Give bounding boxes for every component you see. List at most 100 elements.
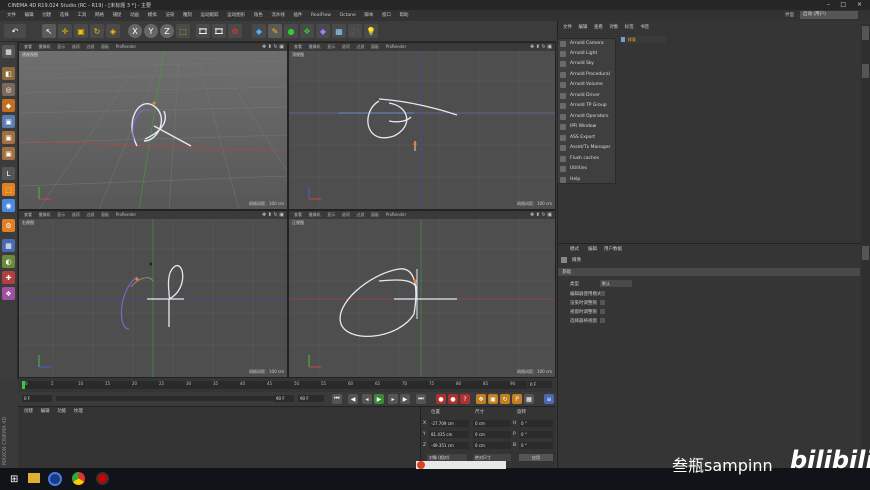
- z-axis-icon[interactable]: Z: [160, 24, 174, 38]
- material-menu-item[interactable]: 纹理: [74, 407, 83, 416]
- cube-icon[interactable]: ◆: [252, 24, 266, 38]
- current-frame-field[interactable]: 0 F: [528, 381, 552, 388]
- menu-item-arnold-camera[interactable]: Arnold Camera: [558, 39, 615, 49]
- attribute-checkbox[interactable]: [600, 291, 605, 296]
- object-menu-item[interactable]: 标签: [625, 25, 634, 30]
- menu-item-arnold-light[interactable]: Arnold Light: [558, 49, 615, 59]
- menu-item[interactable]: 脚本: [364, 10, 373, 21]
- recorder-icon[interactable]: [96, 472, 109, 485]
- go-to-start-icon[interactable]: ⏮: [332, 394, 342, 404]
- rotation-p-field[interactable]: 0 °: [519, 431, 553, 438]
- select-icon[interactable]: ↖: [42, 24, 56, 38]
- viewport-menu-item[interactable]: 显示: [327, 211, 335, 219]
- record-active-icon[interactable]: ●: [436, 394, 446, 404]
- cinema4d-taskbar-icon[interactable]: [48, 472, 62, 486]
- viewport-menu-item[interactable]: 摄像机: [309, 211, 321, 219]
- viewport-front[interactable]: 查看 摄像机 显示 选项 过滤 面板 ProRender ✥ ⬍ ↻ ▣ 正视图…: [288, 210, 556, 378]
- close-icon[interactable]: ×: [857, 1, 862, 8]
- viewport-nav-icons[interactable]: ✥ ⬍ ↻ ▣: [262, 44, 284, 50]
- windows-start-icon[interactable]: ⊞: [10, 474, 18, 485]
- menu-item[interactable]: Octane: [340, 10, 356, 21]
- ime-toolbar[interactable]: [416, 461, 506, 469]
- object-menu-item[interactable]: 查看: [594, 25, 603, 30]
- model-mode-icon[interactable]: ◧: [2, 67, 15, 80]
- menu-item-arnold-operators[interactable]: Arnold Operators: [558, 112, 615, 122]
- menu-item-arnold-tp-group[interactable]: Arnold TP Group: [558, 101, 615, 111]
- menu-item[interactable]: 插件: [293, 10, 302, 21]
- viewport-menu-item[interactable]: 过滤: [86, 43, 94, 51]
- pen-icon[interactable]: ✎: [268, 24, 282, 38]
- make-editable-icon[interactable]: ▦: [2, 45, 15, 58]
- max-frame-field[interactable]: 90 F: [298, 395, 324, 402]
- floor-icon[interactable]: ▦: [332, 24, 346, 38]
- viewport-menu-item[interactable]: 面板: [101, 211, 109, 219]
- object-name[interactable]: 样条: [628, 36, 636, 43]
- end-frame-field[interactable]: 90 F: [274, 395, 294, 402]
- viewport-menu-item[interactable]: ProRender: [386, 43, 407, 51]
- menu-item[interactable]: 流水线: [271, 10, 285, 21]
- viewport-menu-item[interactable]: 显示: [57, 43, 65, 51]
- viewport-right[interactable]: 查看 摄像机 显示 选项 过滤 面板 ProRender ✥ ⬍ ↻ ▣ 右视图…: [18, 210, 288, 378]
- timeline-ruler[interactable]: [22, 381, 527, 389]
- viewport-menu-item[interactable]: ProRender: [386, 211, 407, 219]
- object-row[interactable]: 样条: [620, 36, 666, 43]
- viewport-menu-item[interactable]: 过滤: [356, 43, 364, 51]
- auto-key-icon[interactable]: ●: [448, 394, 458, 404]
- array-icon[interactable]: ❖: [300, 24, 314, 38]
- viewport-menu-item[interactable]: 显示: [327, 43, 335, 51]
- menu-item[interactable]: 捕捉: [113, 10, 122, 21]
- viewport-menu-item[interactable]: 查看: [294, 43, 302, 51]
- viewport-menu-item[interactable]: 面板: [371, 43, 379, 51]
- viewport-nav-icons[interactable]: ✥ ⬍ ↻ ▣: [262, 212, 284, 218]
- menu-item[interactable]: 动画: [130, 10, 139, 21]
- chrome-icon[interactable]: [72, 472, 85, 485]
- content-browser-tab[interactable]: [862, 64, 869, 78]
- viewport-menu-item[interactable]: 选项: [342, 211, 350, 219]
- object-menu-item[interactable]: 书签: [640, 25, 649, 30]
- lock-workplane-icon[interactable]: ⚙: [2, 219, 15, 232]
- viewport-menu-item[interactable]: 摄像机: [309, 43, 321, 51]
- maximize-icon[interactable]: □: [840, 1, 846, 8]
- keyframe-selection-icon[interactable]: ?: [460, 394, 470, 404]
- viewport-menu-item[interactable]: 摄像机: [39, 43, 51, 51]
- menu-item[interactable]: 文件: [7, 10, 16, 21]
- menu-item-help[interactable]: Help: [558, 175, 615, 185]
- attribute-checkbox[interactable]: [600, 300, 605, 305]
- viewport-menu-item[interactable]: 查看: [24, 43, 32, 51]
- viewport-top[interactable]: 查看 摄像机 显示 选项 过滤 面板 ProRender ✥ ⬍ ↻ ▣ 顶视图…: [288, 42, 556, 210]
- attribute-tab-basic[interactable]: 基础: [562, 269, 571, 275]
- viewport-menu-item[interactable]: 显示: [57, 211, 65, 219]
- render-picture-viewer-icon[interactable]: 🎞: [212, 24, 226, 38]
- menu-item-arnold-driver[interactable]: Arnold Driver: [558, 91, 615, 101]
- recent-tool-icon[interactable]: ◈: [106, 24, 120, 38]
- start-frame-field[interactable]: 0 F: [22, 395, 52, 402]
- move-icon[interactable]: ✛: [58, 24, 72, 38]
- key-parameter-icon[interactable]: P: [512, 394, 522, 404]
- grid-icon[interactable]: ▦: [2, 239, 15, 252]
- y-axis-icon[interactable]: Y: [144, 24, 158, 38]
- viewport-menu-item[interactable]: 选项: [342, 43, 350, 51]
- menu-item[interactable]: 模拟: [148, 10, 157, 21]
- viewport-menu-item[interactable]: 面板: [371, 211, 379, 219]
- edges-mode-icon[interactable]: ▣: [2, 131, 15, 144]
- menu-item-utilities[interactable]: Utilities: [558, 164, 615, 174]
- viewport-menu-item[interactable]: 选项: [72, 43, 80, 51]
- attribute-checkbox[interactable]: [600, 318, 605, 323]
- sculpt-icon[interactable]: ◐: [2, 255, 15, 268]
- position-z-field[interactable]: -49.351 cm: [429, 442, 469, 449]
- next-frame-icon[interactable]: ▸: [388, 394, 398, 404]
- menu-item[interactable]: 编辑: [25, 10, 34, 21]
- file-explorer-icon[interactable]: [28, 473, 40, 483]
- type-select[interactable]: 默认: [600, 280, 632, 287]
- object-menu-item[interactable]: 文件: [563, 25, 572, 30]
- attributes-tab[interactable]: [862, 246, 869, 260]
- previous-frame-icon[interactable]: ◂: [362, 394, 372, 404]
- minimize-icon[interactable]: –: [827, 1, 830, 8]
- camera-icon[interactable]: 🎥: [348, 24, 362, 38]
- material-menu-item[interactable]: 创建: [24, 407, 33, 416]
- attribute-menu-item[interactable]: 编辑: [588, 246, 597, 252]
- points-mode-icon[interactable]: ▣: [2, 115, 15, 128]
- objects-tab[interactable]: [862, 26, 869, 40]
- render-settings-icon[interactable]: ⚙: [228, 24, 242, 38]
- viewport-menu-item[interactable]: 查看: [294, 211, 302, 219]
